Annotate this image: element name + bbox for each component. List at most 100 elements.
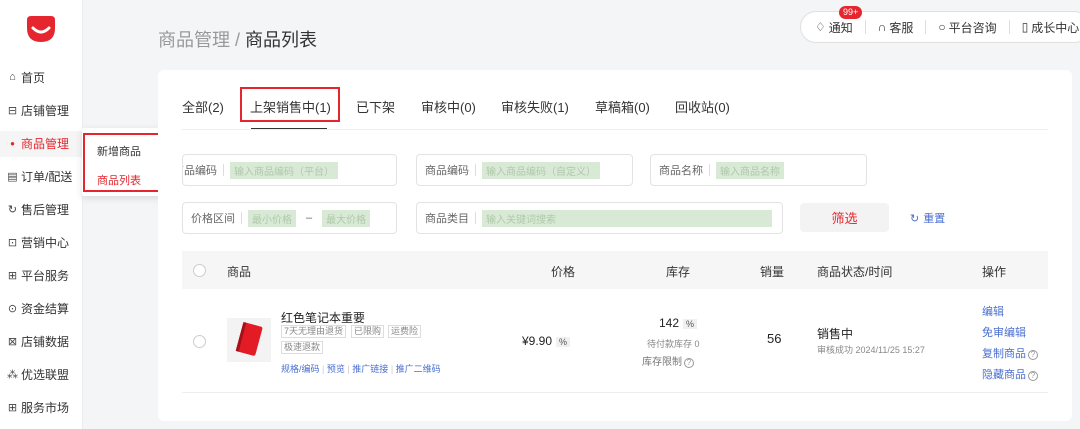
store-icon: ⊟	[7, 104, 18, 117]
product-name-field[interactable]: 商品名称 输入商品名称	[650, 154, 867, 186]
table-header	[182, 251, 1048, 289]
bell-icon: ♢	[815, 20, 826, 34]
platform-consult-button[interactable]: ○ 平台咨询	[938, 19, 996, 36]
product-name-input[interactable]: 输入商品名称	[716, 161, 784, 179]
hide-product-label: 隐藏商品	[982, 369, 1026, 381]
help-icon: ?	[684, 358, 694, 368]
sidebar-item-store[interactable]: ⊟ 店铺管理	[6, 100, 69, 120]
sidebar-item-orders[interactable]: ▤ 订单/配送	[6, 166, 72, 186]
sidebar-item-label: 营销中心	[21, 235, 70, 250]
reset-button[interactable]: ↻ 重置	[910, 210, 945, 226]
custom-code-field[interactable]: 商品编码 输入商品编码（自定义）	[416, 154, 633, 186]
field-label: 商品名称	[659, 165, 703, 177]
tab-all[interactable]: 全部(2)	[182, 97, 224, 116]
sidebar-item-label: 服务市场	[21, 400, 70, 415]
promo-qrcode-link[interactable]: 推广二维码	[396, 364, 441, 374]
review-free-edit-link[interactable]: 免审编辑	[982, 324, 1026, 340]
col-status-time: 商品状态/时间	[817, 265, 893, 279]
spec-code-link[interactable]: 规格/编码	[281, 364, 320, 374]
copy-product-link[interactable]: 复制商品?	[982, 345, 1038, 361]
notice-button[interactable]: ♢ 通知 99+	[815, 5, 863, 36]
sidebar-item-label: 店铺管理	[21, 103, 70, 118]
customer-service-button[interactable]: ∩ 客服	[878, 19, 914, 36]
promo-link[interactable]: 推广链接	[352, 364, 388, 374]
divider	[864, 20, 866, 34]
tab-delisted[interactable]: 已下架	[356, 97, 395, 116]
stock-cell: 142%	[659, 316, 698, 330]
growth-label: 成长中心	[1031, 20, 1080, 35]
tag-7day-return: 7天无理由退货	[281, 325, 347, 338]
tab-divider	[182, 129, 1048, 130]
sidebar-item-label: 售后管理	[21, 202, 70, 217]
price-range-field[interactable]: 价格区间 最小价格 – 最大价格	[182, 202, 397, 234]
field-label: 商品类目	[425, 213, 469, 225]
sidebar-item-home[interactable]: ⌂ 首页	[6, 67, 45, 87]
field-divider	[223, 164, 224, 176]
platform-icon: ⊞	[7, 269, 18, 282]
submenu-item-product-list[interactable]: 商品列表	[97, 172, 141, 188]
sidebar-item-products[interactable]: ● 商品管理	[6, 133, 69, 153]
top-toolbar: ♢ 通知 99+ ∩ 客服 ○ 平台咨询 ▯ 成长中心	[800, 5, 1080, 43]
sidebar-item-aftersale[interactable]: ↻ 售后管理	[6, 199, 69, 219]
divider	[925, 20, 927, 34]
sidebar-item-market[interactable]: ⊞ 服务市场	[6, 397, 69, 417]
help-icon: ?	[1028, 371, 1038, 381]
col-sales: 销量	[760, 265, 785, 279]
breadcrumb-parent[interactable]: 商品管理	[158, 30, 230, 50]
select-all-checkbox[interactable]	[193, 264, 206, 277]
category-input[interactable]: 输入关键词搜索	[482, 209, 772, 227]
stock-limit[interactable]: 库存限制?	[642, 353, 694, 368]
max-price-input[interactable]: 最大价格	[322, 209, 371, 227]
filter-button[interactable]: 筛选	[800, 203, 889, 232]
divider	[1008, 20, 1010, 34]
consult-label: 平台咨询	[948, 20, 997, 35]
sidebar-item-label: 平台服务	[21, 268, 70, 283]
tab-review-failed[interactable]: 审核失败(1)	[501, 97, 569, 116]
copy-product-label: 复制商品	[982, 348, 1026, 360]
preview-link[interactable]: 预览	[327, 364, 345, 374]
sidebar-item-alliance[interactable]: ⁂ 优选联盟	[6, 364, 69, 384]
category-field[interactable]: 商品类目 输入关键词搜索	[416, 202, 783, 234]
tab-reviewing[interactable]: 审核中(0)	[421, 97, 476, 116]
edit-price-icon[interactable]: %	[556, 337, 571, 347]
product-links: 规格/编码 | 预览 | 推广链接 | 推广二维码	[281, 362, 441, 375]
sidebar-item-marketing[interactable]: ⊡ 营销中心	[6, 232, 69, 252]
field-divider	[475, 164, 476, 176]
col-price: 价格	[551, 265, 576, 279]
data-icon: ⊠	[7, 335, 18, 348]
hide-product-link[interactable]: 隐藏商品?	[982, 366, 1038, 382]
link-separator: |	[390, 364, 394, 374]
settlement-icon: ⊙	[7, 302, 18, 315]
field-divider	[241, 212, 242, 224]
sidebar-item-platform[interactable]: ⊞ 平台服务	[6, 265, 69, 285]
market-icon: ⊞	[7, 401, 18, 414]
edit-stock-icon[interactable]: %	[683, 319, 698, 329]
row-select-checkbox[interactable]	[193, 335, 206, 348]
field-divider	[709, 164, 710, 176]
platform-code-field[interactable]: 商品编码 输入商品编码（平台）	[182, 154, 397, 186]
sidebar-item-label: 商品管理	[21, 136, 70, 151]
growth-center-button[interactable]: ▯ 成长中心	[1022, 19, 1080, 36]
field-label: 商品编码	[183, 165, 217, 177]
product-title[interactable]: 红色笔记本重要	[281, 309, 365, 326]
edit-link[interactable]: 编辑	[982, 303, 1004, 319]
stock-value: 142	[659, 316, 680, 330]
row-divider	[182, 392, 1048, 393]
tag-shipping-insurance: 运费险	[388, 325, 422, 338]
sidebar-item-settlement[interactable]: ⊙ 资金结算	[6, 298, 69, 318]
tab-recycle-bin[interactable]: 回收站(0)	[675, 97, 730, 116]
status-label: 销售中	[817, 327, 854, 341]
field-label: 价格区间	[191, 213, 235, 225]
sidebar-item-label: 店铺数据	[21, 334, 70, 349]
sidebar-item-label: 优选联盟	[21, 367, 70, 382]
custom-code-input[interactable]: 输入商品编码（自定义）	[482, 161, 600, 179]
min-price-input[interactable]: 最小价格	[248, 209, 296, 227]
order-icon: ▤	[7, 170, 18, 183]
platform-code-input[interactable]: 输入商品编码（平台）	[230, 161, 338, 179]
sidebar-item-label: 资金结算	[21, 301, 70, 316]
submenu-item-add-product[interactable]: 新增商品	[97, 143, 141, 159]
tag-limited: 已限购	[351, 325, 385, 338]
tab-drafts[interactable]: 草稿箱(0)	[595, 97, 650, 116]
sidebar-item-data[interactable]: ⊠ 店铺数据	[6, 331, 69, 351]
product-thumbnail[interactable]	[227, 318, 271, 362]
